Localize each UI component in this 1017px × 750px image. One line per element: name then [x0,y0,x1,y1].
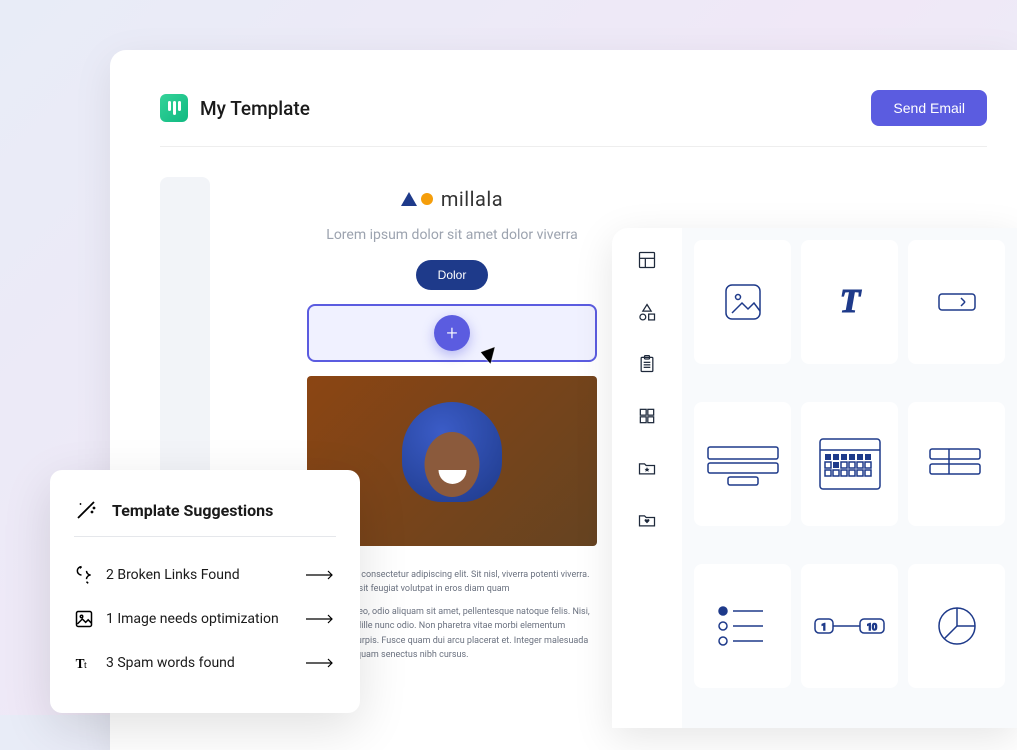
grid-icon[interactable] [637,406,657,426]
cursor-pointer-icon [481,343,501,363]
svg-text:t: t [84,660,87,671]
layout-icon[interactable] [637,250,657,270]
suggestion-image-optimization[interactable]: 1 Image needs optimization [74,597,336,641]
input-block-tile[interactable] [908,240,1005,364]
suggestions-header: Template Suggestions [74,498,336,522]
arrow-right-icon [306,614,336,624]
brand-logo: millala [401,187,503,211]
add-block-dropzone[interactable]: + [307,304,597,362]
suggestions-title: Template Suggestions [112,501,273,520]
columns-block-tile[interactable] [694,402,791,526]
canvas-cta-button[interactable]: Dolor [416,260,489,290]
app-logo-icon [160,94,188,122]
send-email-button[interactable]: Send Email [871,90,987,126]
brand-name: millala [441,187,503,211]
text-block-tile[interactable]: T [801,240,898,364]
text-icon: Tt [74,653,94,673]
chart-block-tile[interactable] [908,564,1005,688]
brand-dot-icon [421,193,433,205]
add-block-button[interactable]: + [434,315,470,351]
suggestion-broken-links[interactable]: 2 Broken Links Found [74,553,336,597]
bullets-block-tile[interactable] [694,564,791,688]
page-title: My Template [200,97,310,120]
person-illustration [392,402,512,547]
suggestion-label: 1 Image needs optimization [106,611,294,627]
arrow-right-icon [306,658,336,668]
panel-grid: T 1 10 [682,228,1017,728]
panel-nav [612,228,682,728]
calendar-block-tile[interactable] [801,402,898,526]
shapes-icon[interactable] [637,302,657,322]
magic-wand-icon [74,498,98,522]
folder-star-icon[interactable] [637,458,657,478]
folder-heart-icon[interactable] [637,510,657,530]
image-icon [74,609,94,629]
arrow-right-icon [306,570,336,580]
suggestion-spam-words[interactable]: Tt 3 Spam words found [74,641,336,685]
clipboard-icon[interactable] [637,354,657,374]
canvas-subtitle: Lorem ipsum dolor sit amet dolor viverra [326,225,577,246]
broken-link-icon [74,565,94,585]
svg-text:10: 10 [866,623,876,633]
suggestions-card: Template Suggestions 2 Broken Links Foun… [50,470,360,713]
suggestion-label: 3 Spam words found [106,655,294,671]
component-panel: T 1 10 [612,228,1017,728]
range-block-tile[interactable]: 1 10 [801,564,898,688]
divider [74,536,336,537]
header-left: My Template [160,94,310,122]
svg-text:T: T [839,283,861,320]
svg-text:1: 1 [821,623,826,633]
brand-triangle-icon [401,192,417,206]
table-block-tile[interactable] [908,402,1005,526]
header: My Template Send Email [160,90,987,147]
image-block-tile[interactable] [694,240,791,364]
suggestion-label: 2 Broken Links Found [106,567,294,583]
